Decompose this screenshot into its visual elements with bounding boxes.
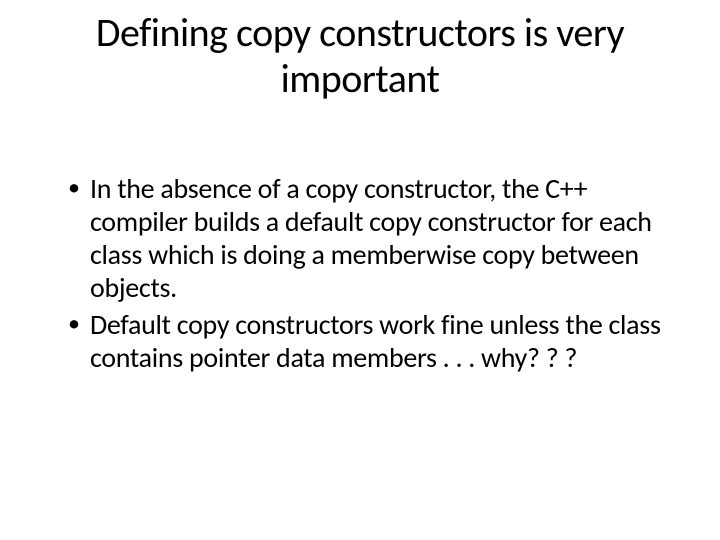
slide-title: Defining copy constructors is very impor… (50, 10, 670, 102)
list-item: Default copy constructors work fine unle… (68, 308, 670, 374)
bullet-list: In the absence of a copy constructor, th… (50, 172, 670, 374)
list-item: In the absence of a copy constructor, th… (68, 172, 670, 304)
